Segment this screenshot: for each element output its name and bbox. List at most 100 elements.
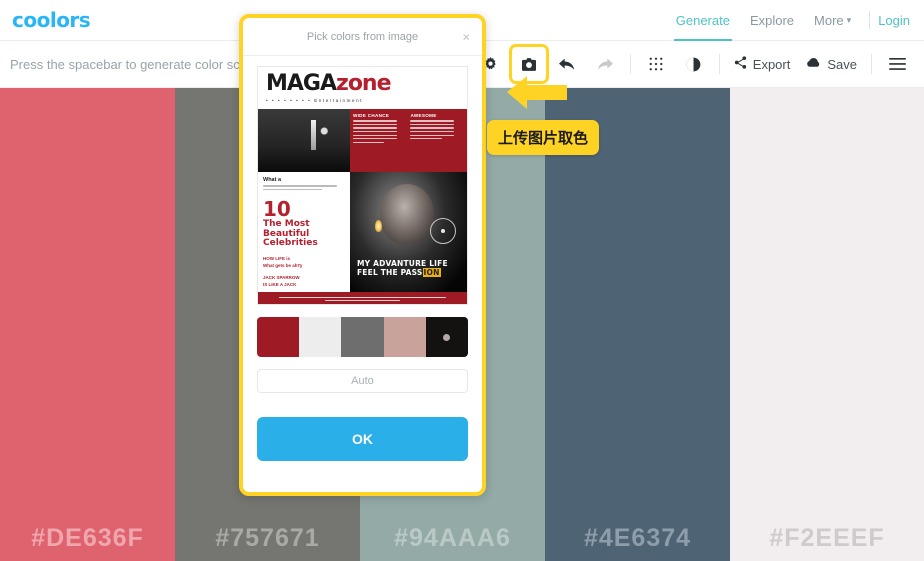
palette-hex-1[interactable]: #DE636F	[0, 524, 175, 553]
magazine-masthead: MAGAzone • • • • • • • • Entertainment	[258, 67, 467, 109]
footnote-line-4: IS LIKE A JACK	[263, 281, 297, 287]
text-line	[352, 141, 384, 144]
export-button[interactable]: Export	[726, 41, 799, 88]
text-line	[352, 130, 397, 133]
auto-button[interactable]: Auto	[257, 369, 468, 393]
toolbar-divider-1	[629, 54, 631, 74]
feature-number: 10	[263, 197, 291, 222]
feature-footnote: HOW LIFE is What gets be ahTy JACK SPARR…	[263, 256, 345, 288]
tagline-highlight: ION	[422, 268, 441, 278]
close-icon[interactable]: ×	[462, 30, 470, 43]
footnote-line-3: JACK SPARROW	[263, 274, 300, 280]
grid-icon	[649, 57, 663, 71]
hamburger-menu-icon	[888, 57, 906, 71]
pick-colors-modal: Pick colors from image × MAGAzone • • • …	[239, 14, 486, 496]
menu-button[interactable]	[878, 41, 916, 88]
export-label: Export	[752, 56, 791, 72]
modal-body: MAGAzone • • • • • • • • Entertainment W…	[243, 56, 482, 461]
face-shape	[380, 184, 435, 244]
what-a-label: What a	[263, 177, 282, 183]
coolors-app: coolors Generate Explore More ▾ Login Pr…	[0, 0, 924, 561]
text-line	[410, 130, 455, 133]
text-line	[324, 300, 401, 302]
magazine-tagline: MY ADVANTURE LIFE FEEL THE PASSION	[357, 259, 461, 278]
footnote-line-1: HOW LIFE is	[263, 256, 290, 262]
text-line	[352, 123, 397, 126]
contrast-button[interactable]	[675, 41, 713, 88]
text-line	[352, 120, 397, 122]
text-line	[278, 296, 447, 298]
text-line	[410, 127, 455, 129]
picked-swatch-1[interactable]	[257, 317, 300, 357]
uploaded-image[interactable]: MAGAzone • • • • • • • • Entertainment W…	[257, 66, 468, 305]
picked-swatches	[257, 317, 468, 357]
palette-column-4[interactable]: #4E6374	[545, 88, 730, 561]
redo-button[interactable]	[586, 41, 624, 88]
magazine-title-part-a: MAGA	[266, 71, 337, 96]
tagline-line-1: MY ADVANTURE LIFE	[356, 258, 448, 268]
palette-hex-5[interactable]: #F2EEEF	[730, 524, 924, 553]
login-button[interactable]: Login	[878, 13, 924, 28]
ring-detail-icon	[430, 217, 457, 244]
color-picker-dot[interactable]	[443, 333, 451, 341]
ok-button[interactable]: OK	[257, 417, 468, 461]
article-2-heading: AWESOME	[410, 113, 437, 118]
save-button[interactable]: Save	[798, 41, 865, 88]
palette-hex-3[interactable]: #94AAA6	[360, 524, 545, 553]
magazine-feature-text: What a 10 The Most Beautiful Celebrities…	[258, 172, 350, 292]
coolors-logo[interactable]: coolors	[12, 8, 91, 32]
text-line	[410, 123, 455, 126]
text-line	[410, 120, 455, 122]
tagline-line-2: FEEL THE PASSION	[357, 268, 461, 278]
picked-swatch-2[interactable]	[299, 317, 342, 357]
palette-hex-4[interactable]: #4E6374	[545, 524, 730, 553]
smoking-man-photo: MY ADVANTURE LIFE FEEL THE PASSION	[349, 172, 467, 292]
feature-headline: 10 The Most Beautiful Celebrities	[263, 199, 345, 248]
toolbar-divider-3	[871, 54, 872, 74]
magazine-subtitle: • • • • • • • • Entertainment	[266, 98, 364, 103]
nav-item-explore-label: Explore	[749, 12, 795, 28]
picked-swatch-4[interactable]	[383, 317, 426, 357]
spacebar-hint: Press the spacebar to generate color sch…	[10, 56, 266, 72]
magazine-row-top: WIDE CHANCE AWESOME	[258, 109, 467, 172]
magazine-title: MAGAzone	[266, 73, 459, 95]
palette-hex-2[interactable]: #757671	[175, 524, 360, 553]
magazine-red-block: WIDE CHANCE AWESOME	[349, 109, 467, 172]
flame-shape	[374, 220, 382, 232]
contrast-icon	[686, 57, 701, 72]
nav-item-explore[interactable]: Explore	[740, 0, 804, 41]
view-grid-button[interactable]	[637, 41, 675, 88]
text-line	[352, 134, 397, 136]
magazine-footer-strip	[258, 292, 467, 304]
text-line	[352, 127, 397, 129]
text-line	[352, 138, 397, 140]
annotation-label: 上传图片取色	[487, 120, 600, 155]
camera-icon	[521, 57, 536, 71]
cloud-icon	[806, 57, 821, 72]
chevron-down-icon: ▾	[846, 14, 852, 25]
annotation-arrow-icon	[505, 72, 569, 120]
article-column-2: AWESOME	[410, 113, 464, 168]
magazine-row-bottom: What a 10 The Most Beautiful Celebrities…	[258, 172, 467, 292]
picked-swatch-5[interactable]	[425, 317, 468, 357]
modal-header: Pick colors from image ×	[243, 18, 482, 56]
picked-swatch-3[interactable]	[341, 317, 384, 357]
palette-column-5[interactable]: #F2EEEF	[730, 88, 924, 561]
redo-arrow-icon	[597, 57, 613, 71]
text-line	[410, 134, 455, 136]
save-label: Save	[827, 56, 857, 72]
modal-title: Pick colors from image	[306, 30, 419, 43]
nav-item-more-label: More	[814, 12, 844, 28]
nav-item-more[interactable]: More ▾	[804, 0, 861, 41]
nav-item-generate-label: Generate	[675, 12, 730, 28]
text-line	[263, 185, 337, 187]
palette-column-1[interactable]: #DE636F	[0, 88, 175, 561]
article-1-heading: WIDE CHANCE	[352, 113, 390, 118]
footnote-line-2: What gets be ahTy	[263, 263, 303, 269]
nav-item-generate[interactable]: Generate	[666, 0, 740, 41]
lighthouse-photo	[258, 109, 350, 172]
undo-arrow-icon	[558, 57, 575, 71]
share-icon	[734, 56, 747, 72]
toolbar-divider-2	[718, 54, 720, 74]
text-line	[263, 188, 322, 191]
